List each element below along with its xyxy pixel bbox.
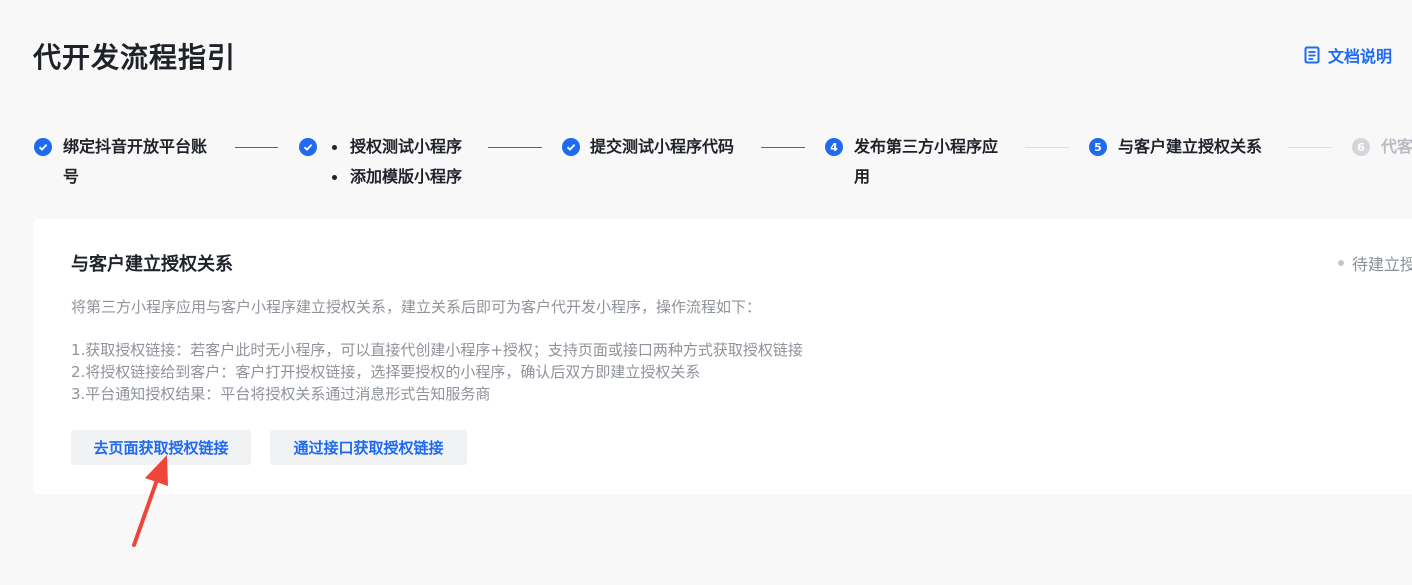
card-title: 与客户建立授权关系 (71, 254, 233, 275)
step-2-label[interactable]: 授权测试小程序 添加模版小程序 (330, 132, 462, 192)
step-4-label[interactable]: 发布第三方小程序应 用 (854, 132, 998, 192)
step-number-icon: 6 (1352, 138, 1370, 156)
status-badge: 待建立授 (1338, 251, 1412, 275)
status-text: 待建立授 (1352, 255, 1412, 274)
step-connector (1288, 147, 1332, 148)
step-5-label[interactable]: 与客户建立授权关系 (1118, 132, 1262, 162)
step-3-label[interactable]: 提交测试小程序代码 (590, 132, 734, 162)
step-number-icon: 5 (1089, 138, 1107, 156)
instruction-item: 1.获取授权链接：若客户此时无小程序，可以直接代创建小程序+授权；支持页面或接口… (71, 341, 803, 359)
check-circle-icon (34, 138, 52, 156)
step-2-bullet: 添加模版小程序 (330, 162, 462, 192)
status-dot-icon (1338, 260, 1344, 266)
step-6-label[interactable]: 代客 (1381, 132, 1412, 162)
get-link-api-button[interactable]: 通过接口获取授权链接 (270, 430, 467, 465)
instruction-list: 1.获取授权链接：若客户此时无小程序，可以直接代创建小程序+授权；支持页面或接口… (71, 339, 803, 405)
step-connector (761, 147, 805, 148)
step-connector (1025, 147, 1069, 148)
step-connector (488, 147, 542, 148)
step-number-icon: 4 (825, 138, 843, 156)
check-circle-icon (562, 138, 580, 156)
card-description: 将第三方小程序应用与客户小程序建立授权关系，建立关系后即可为客户代开发小程序，操… (71, 298, 762, 316)
check-circle-icon (299, 138, 317, 156)
authorization-card: 与客户建立授权关系 待建立授 将第三方小程序应用与客户小程序建立授权关系，建立关… (33, 219, 1412, 494)
step-connector (235, 147, 278, 148)
steps-bar: 绑定抖音开放平台账 号 授权测试小程序 添加模版小程序 提交测试小程序代码 4 … (0, 0, 1412, 200)
get-link-page-button[interactable]: 去页面获取授权链接 (71, 430, 251, 465)
step-2-bullet: 授权测试小程序 (330, 132, 462, 162)
step-1-label[interactable]: 绑定抖音开放平台账 号 (63, 132, 207, 192)
instruction-item: 3.平台通知授权结果：平台将授权关系通过消息形式告知服务商 (71, 385, 491, 403)
instruction-item: 2.将授权链接给到客户：客户打开授权链接，选择要授权的小程序，确认后双方即建立授… (71, 363, 701, 381)
